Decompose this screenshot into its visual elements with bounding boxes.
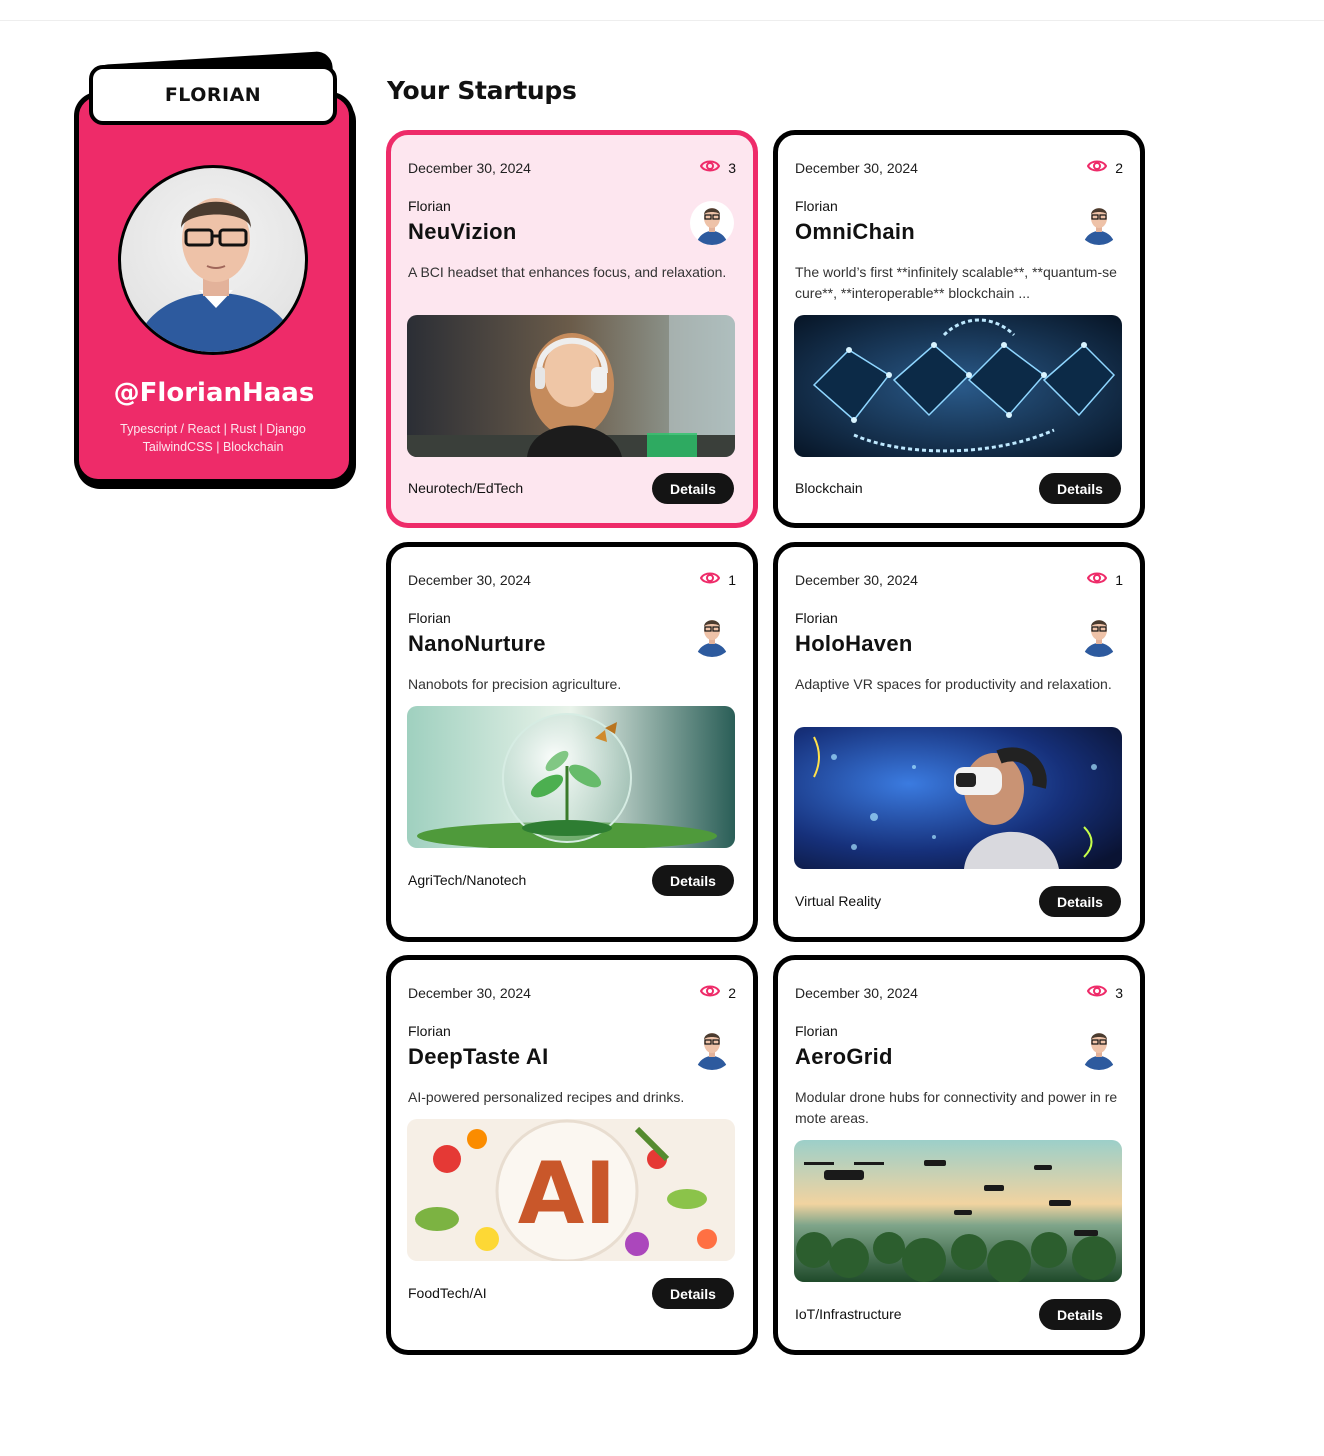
section-title: Your Startups [387, 76, 577, 105]
view-count: 2 [700, 984, 736, 1001]
profile-bio: Typescript / React | Rust | Django Tailw… [90, 420, 336, 456]
startup-category[interactable]: Virtual Reality [795, 893, 881, 909]
startup-author[interactable]: Florian [408, 198, 451, 214]
startup-author[interactable]: Florian [795, 610, 838, 626]
details-button[interactable]: Details [652, 1278, 734, 1309]
view-count-value: 1 [728, 571, 736, 588]
details-button[interactable]: Details [1039, 1299, 1121, 1330]
author-avatar[interactable] [1077, 1026, 1121, 1070]
author-avatar[interactable] [690, 1026, 734, 1070]
startup-date: December 30, 2024 [408, 572, 531, 588]
startup-card[interactable]: December 30, 2024 3 Florian NeuVizion A … [386, 130, 758, 528]
eye-icon [1087, 984, 1108, 1001]
author-avatar[interactable] [690, 201, 734, 245]
startup-title[interactable]: OmniChain [795, 219, 915, 245]
startup-date: December 30, 2024 [795, 985, 918, 1001]
svg-text:AI: AI [518, 1144, 617, 1244]
profile-handle: @FlorianHaas [113, 378, 315, 408]
top-divider [0, 20, 1324, 21]
startup-date: December 30, 2024 [795, 160, 918, 176]
view-count-value: 2 [1115, 159, 1123, 176]
view-count: 3 [1087, 984, 1123, 1001]
view-count-value: 1 [1115, 571, 1123, 588]
eye-icon [1087, 159, 1108, 176]
details-button[interactable]: Details [1039, 886, 1121, 917]
startup-description: The world’s first **infinitely scalable*… [795, 264, 1117, 301]
startup-image: AI [407, 1119, 735, 1261]
view-count-value: 3 [728, 159, 736, 176]
startup-author[interactable]: Florian [408, 610, 451, 626]
startup-category[interactable]: AgriTech/Nanotech [408, 872, 526, 888]
startup-image [794, 1140, 1122, 1282]
startup-card[interactable]: December 30, 2024 3 Florian AeroGrid Mod… [773, 955, 1145, 1355]
view-count-value: 3 [1115, 984, 1123, 1001]
startup-image [407, 315, 735, 457]
author-avatar[interactable] [690, 613, 734, 657]
startup-category[interactable]: Blockchain [795, 480, 863, 496]
startup-category[interactable]: FoodTech/AI [408, 1285, 487, 1301]
startup-image [794, 727, 1122, 869]
profile-bio-line: Typescript / React | Rust | Django [120, 422, 306, 436]
view-count-value: 2 [728, 984, 736, 1001]
profile-bio-line: TailwindCSS | Blockchain [142, 440, 284, 454]
startup-title[interactable]: HoloHaven [795, 631, 913, 657]
startup-card[interactable]: December 30, 2024 2 Florian OmniChain Th… [773, 130, 1145, 528]
startup-title[interactable]: NeuVizion [408, 219, 517, 245]
eye-icon [700, 571, 721, 588]
startup-title[interactable]: DeepTaste AI [408, 1044, 549, 1070]
profile-name-tab: FLORIAN [89, 65, 337, 125]
view-count: 1 [700, 571, 736, 588]
startup-description: Nanobots for precision agriculture. [408, 676, 622, 692]
details-button[interactable]: Details [652, 865, 734, 896]
startup-description: A BCI headset that enhances focus, and r… [408, 264, 727, 280]
startup-description: AI-powered personalized recipes and drin… [408, 1089, 685, 1105]
author-avatar[interactable] [1077, 613, 1121, 657]
startup-date: December 30, 2024 [408, 985, 531, 1001]
view-count: 2 [1087, 159, 1123, 176]
startup-category[interactable]: Neurotech/EdTech [408, 480, 523, 496]
startup-date: December 30, 2024 [408, 160, 531, 176]
startup-card[interactable]: December 30, 2024 2 Florian DeepTaste AI… [386, 955, 758, 1355]
startup-image [407, 706, 735, 848]
startup-description: Modular drone hubs for connectivity and … [795, 1089, 1118, 1126]
startup-image [794, 315, 1122, 457]
eye-icon [700, 159, 721, 176]
profile-avatar [118, 165, 308, 355]
details-button[interactable]: Details [1039, 473, 1121, 504]
view-count: 3 [700, 159, 736, 176]
eye-icon [700, 984, 721, 1001]
eye-icon [1087, 571, 1108, 588]
startup-title[interactable]: AeroGrid [795, 1044, 893, 1070]
view-count: 1 [1087, 571, 1123, 588]
author-avatar[interactable] [1077, 201, 1121, 245]
startup-card[interactable]: December 30, 2024 1 Florian HoloHaven Ad… [773, 542, 1145, 942]
startup-date: December 30, 2024 [795, 572, 918, 588]
startup-title[interactable]: NanoNurture [408, 631, 546, 657]
startup-author[interactable]: Florian [795, 1023, 838, 1039]
startup-description: Adaptive VR spaces for productivity and … [795, 676, 1112, 692]
startup-category[interactable]: IoT/Infrastructure [795, 1306, 902, 1322]
avatar-portrait-icon [132, 198, 300, 352]
startup-author[interactable]: Florian [408, 1023, 451, 1039]
startup-card[interactable]: December 30, 2024 1 Florian NanoNurture … [386, 542, 758, 942]
startup-author[interactable]: Florian [795, 198, 838, 214]
details-button[interactable]: Details [652, 473, 734, 504]
